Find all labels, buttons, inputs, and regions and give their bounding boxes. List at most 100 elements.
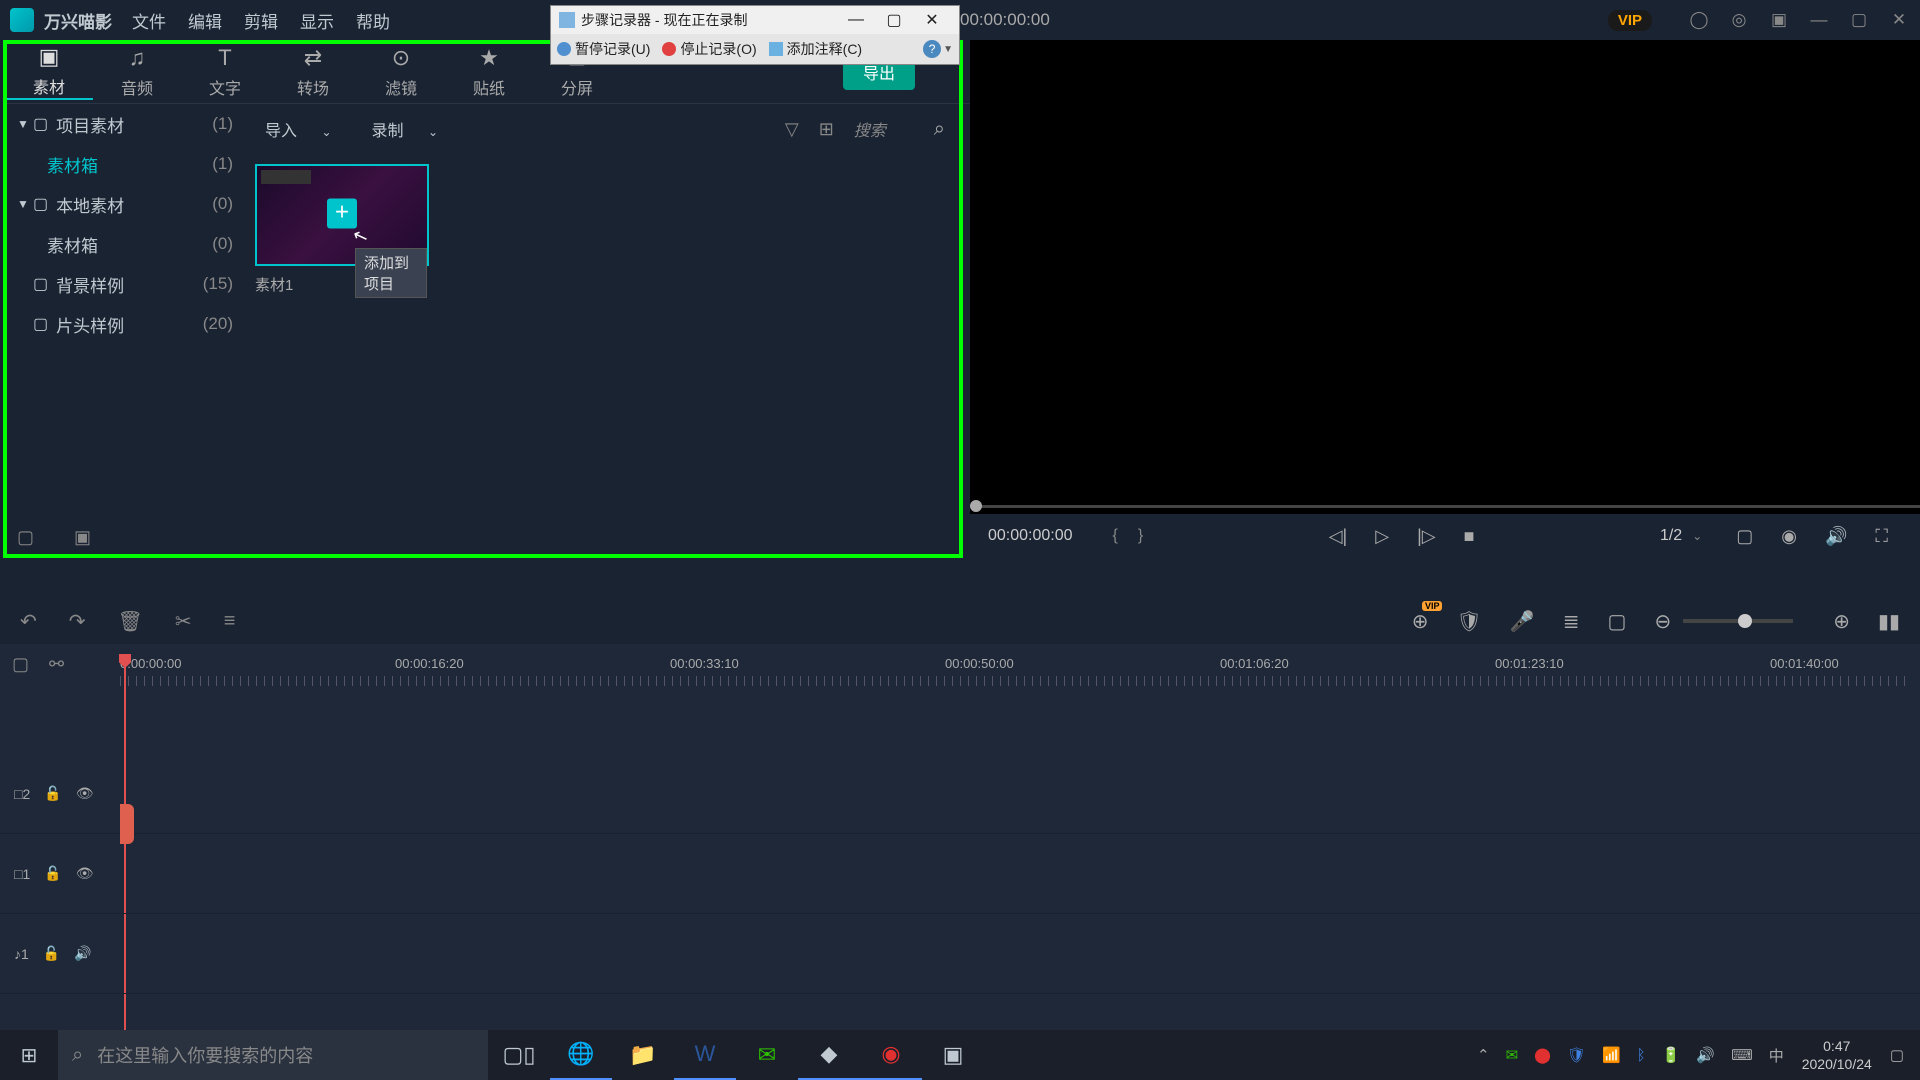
speaker-icon[interactable]: 🔊 xyxy=(74,945,91,962)
new-folder-icon[interactable]: ▢ xyxy=(17,527,34,548)
volume-icon[interactable]: 🔊 xyxy=(1825,526,1847,547)
add-to-project-button[interactable]: + xyxy=(327,199,357,229)
recorder-close-icon[interactable]: ✕ xyxy=(913,10,951,30)
cut-button[interactable]: ✂ xyxy=(175,609,192,634)
tab-transition[interactable]: ⇄ 转场 xyxy=(269,45,357,99)
next-frame-button[interactable]: |▷ xyxy=(1417,526,1436,547)
media-item[interactable]: + ↖ 添加到项目 素材1 xyxy=(255,164,429,295)
tray-volume-icon[interactable]: 🔊 xyxy=(1696,1046,1715,1064)
zoom-in-button[interactable]: ⊕ xyxy=(1833,609,1850,634)
sidebar-item-project[interactable]: ▼ ▢ 项目素材 (1) xyxy=(5,104,245,144)
tray-wifi-icon[interactable]: 📶 xyxy=(1602,1046,1621,1064)
menu-edit[interactable]: 编辑 xyxy=(188,8,222,33)
zoom-slider[interactable] xyxy=(1683,619,1793,623)
eye-icon[interactable]: 👁 xyxy=(76,785,94,802)
tray-expand-icon[interactable]: ⌃ xyxy=(1477,1046,1490,1064)
word-icon[interactable]: W xyxy=(674,1030,736,1080)
tray-keyboard-icon[interactable]: ⌨ xyxy=(1731,1046,1753,1064)
track-icon[interactable]: □2 xyxy=(14,786,30,802)
sidebar-item-intro[interactable]: ▢ 片头样例 (20) xyxy=(5,304,245,344)
save-icon[interactable]: ▣ xyxy=(1768,9,1790,31)
eye-icon[interactable]: 👁 xyxy=(76,865,94,882)
tab-filter[interactable]: ⊙ 滤镜 xyxy=(357,45,445,99)
ai-button[interactable]: ⊕VIP xyxy=(1412,609,1429,634)
tray-bluetooth-icon[interactable]: ᛒ xyxy=(1637,1047,1646,1064)
feedback-icon[interactable]: ◎ xyxy=(1728,9,1750,31)
timeline-header-icon[interactable]: ▢ xyxy=(12,654,29,675)
prev-frame-button[interactable]: ◁| xyxy=(1329,526,1348,547)
new-bin-icon[interactable]: ▣ xyxy=(74,527,91,548)
search-icon[interactable]: ⌕ xyxy=(934,118,945,141)
zoom-out-button[interactable]: ⊖ xyxy=(1654,609,1671,634)
wechat-icon[interactable]: ✉ xyxy=(736,1030,798,1080)
grid-view-icon[interactable]: ⊞ xyxy=(819,119,834,140)
fit-button[interactable]: ▮▮ xyxy=(1878,609,1900,634)
zoom-handle[interactable] xyxy=(1738,614,1752,628)
filter-icon[interactable]: ▽ xyxy=(785,119,799,140)
lock-icon[interactable]: 🔓 xyxy=(44,785,61,802)
video-track-2[interactable]: □2 🔓 👁 xyxy=(0,754,1920,834)
track-icon[interactable]: ♪1 xyxy=(14,946,29,962)
snapshot-icon[interactable]: ◉ xyxy=(1781,526,1797,547)
clip-stub[interactable] xyxy=(120,804,134,844)
menu-view[interactable]: 显示 xyxy=(300,8,334,33)
recorder-stop-button[interactable]: 停止记录(O) xyxy=(662,39,756,59)
explorer-icon[interactable]: 📁 xyxy=(612,1030,674,1080)
list-icon[interactable]: ≣ xyxy=(1563,609,1580,634)
redo-button[interactable]: ↷ xyxy=(69,609,86,634)
tray-ime-icon[interactable]: 中 xyxy=(1769,1045,1784,1066)
lock-icon[interactable]: 🔓 xyxy=(43,945,60,962)
menu-file[interactable]: 文件 xyxy=(132,8,166,33)
display-mode-icon[interactable]: ▢ xyxy=(1736,526,1753,547)
fullscreen-icon[interactable]: ⛶ xyxy=(1875,526,1888,547)
tab-sticker[interactable]: ★ 贴纸 xyxy=(445,45,533,99)
recorder-pause-button[interactable]: 暂停记录(U) xyxy=(557,39,650,59)
browser-icon[interactable]: 🌐 xyxy=(550,1030,612,1080)
stop-button[interactable]: ■ xyxy=(1464,526,1475,547)
task-view-icon[interactable]: ▢▯ xyxy=(488,1030,550,1080)
tab-audio[interactable]: ♫ 音频 xyxy=(93,45,181,99)
netease-icon[interactable]: ◉ xyxy=(860,1030,922,1080)
tray-battery-icon[interactable]: 🔋 xyxy=(1662,1046,1681,1064)
mark-out-button[interactable]: } xyxy=(1138,527,1143,545)
dingtalk-icon[interactable]: ◆ xyxy=(798,1030,860,1080)
search-input[interactable]: 搜索 xyxy=(854,117,934,141)
tab-media[interactable]: ▣ 素材 xyxy=(5,44,93,100)
sidebar-item-bg[interactable]: ▢ 背景样例 (15) xyxy=(5,264,245,304)
maximize-icon[interactable]: ▢ xyxy=(1848,9,1870,31)
tray-shield-icon[interactable]: 🛡 xyxy=(1567,1046,1586,1064)
recorder-note-button[interactable]: 添加注释(C) xyxy=(769,39,862,59)
start-button[interactable]: ⊞ xyxy=(0,1030,58,1080)
vip-badge[interactable]: VIP xyxy=(1608,10,1652,31)
import-dropdown[interactable]: 导入 ⌄ xyxy=(265,117,332,141)
video-track-1[interactable]: □1 🔓 👁 xyxy=(0,834,1920,914)
timeline-ruler[interactable]: 0:00:00:00 00:00:16:20 00:00:33:10 00:00… xyxy=(120,656,1908,686)
record-dropdown[interactable]: 录制 ⌄ xyxy=(372,117,439,141)
settings-button[interactable]: ≡ xyxy=(224,610,236,633)
recorder-help-icon[interactable]: ? xyxy=(923,40,941,58)
mark-in-button[interactable]: { xyxy=(1113,527,1118,545)
audio-track-1[interactable]: ♪1 🔓 🔊 xyxy=(0,914,1920,994)
tray-wechat-icon[interactable]: ✉ xyxy=(1506,1046,1519,1064)
play-button[interactable]: ▷ xyxy=(1375,526,1389,547)
taskbar-clock[interactable]: 0:47 2020/10/24 xyxy=(1802,1037,1872,1073)
user-icon[interactable]: ◯ xyxy=(1688,9,1710,31)
delete-button[interactable]: 🗑 xyxy=(118,609,143,634)
shield-icon[interactable]: 🛡 xyxy=(1456,609,1481,634)
menu-clip[interactable]: 剪辑 xyxy=(244,8,278,33)
lock-icon[interactable]: 🔓 xyxy=(44,865,61,882)
track-icon[interactable]: □1 xyxy=(14,866,30,882)
media-thumbnail[interactable]: + ↖ 添加到项目 xyxy=(255,164,429,266)
tray-security-icon[interactable]: ⬤ xyxy=(1534,1046,1551,1064)
tab-text[interactable]: T 文字 xyxy=(181,45,269,99)
recorder-minimize-icon[interactable]: — xyxy=(837,11,875,29)
recorder-maximize-icon[interactable]: ▢ xyxy=(875,10,913,30)
sidebar-item-bin1[interactable]: 素材箱 (1) xyxy=(5,144,245,184)
zoom-dropdown-icon[interactable]: ⌄ xyxy=(1692,529,1702,543)
scrubber-handle[interactable] xyxy=(970,500,982,512)
sidebar-item-local[interactable]: ▼ ▢ 本地素材 (0) xyxy=(5,184,245,224)
sidebar-item-bin2[interactable]: 素材箱 (0) xyxy=(5,224,245,264)
notifications-icon[interactable]: ▢ xyxy=(1890,1046,1904,1064)
recorder-titlebar[interactable]: 步骤记录器 - 现在正在录制 — ▢ ✕ xyxy=(551,6,959,34)
preview-scrubber[interactable] xyxy=(970,505,1920,508)
